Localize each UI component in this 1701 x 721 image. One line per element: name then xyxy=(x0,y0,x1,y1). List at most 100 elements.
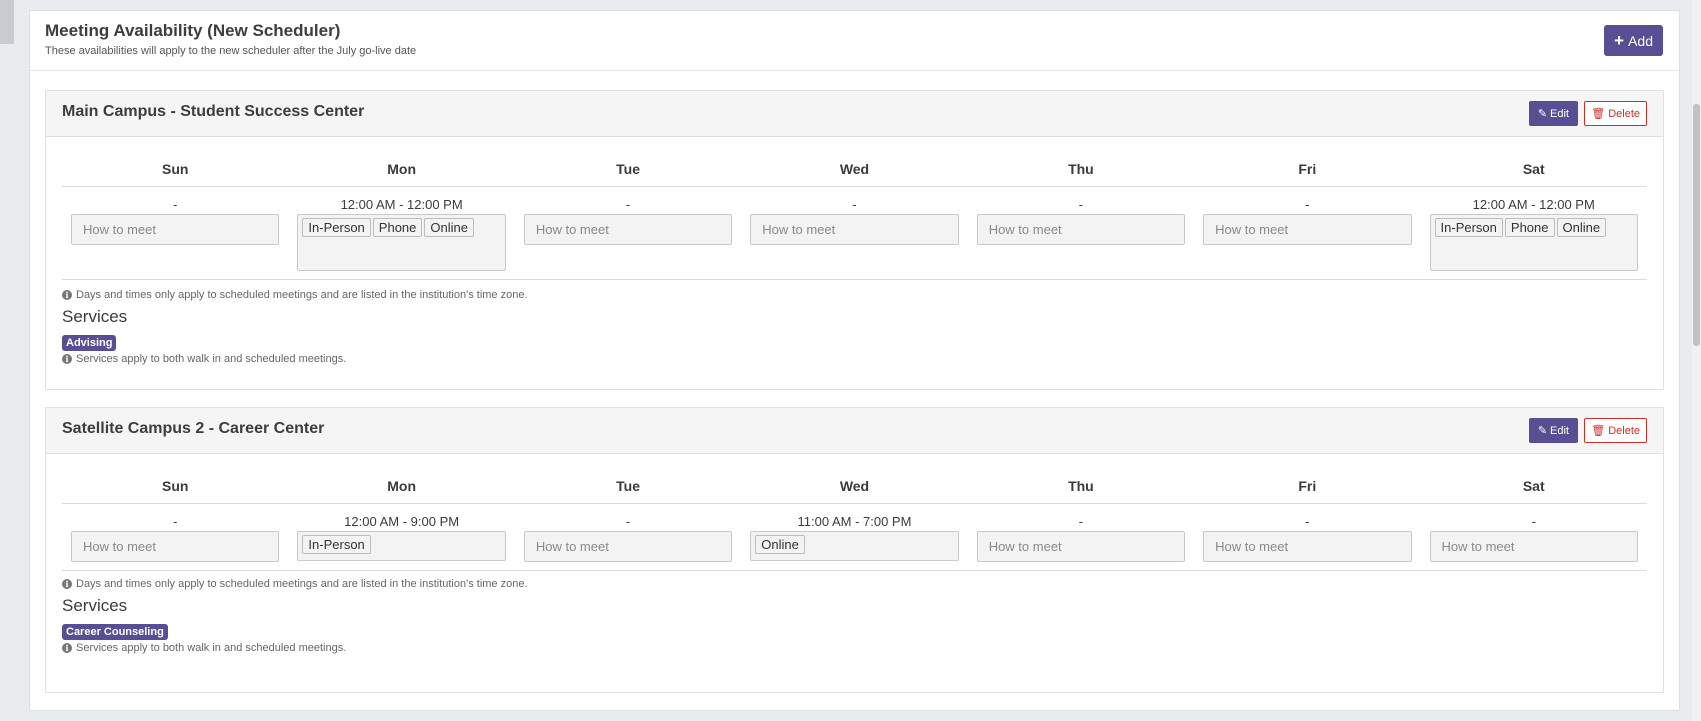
location-card: Main Campus - Student Success Center ✎ E… xyxy=(45,90,1664,390)
trash-icon: 🗑 xyxy=(1591,108,1606,120)
how-to-meet-placeholder: How to meet xyxy=(1215,222,1289,237)
edit-location-button[interactable]: ✎ Edit xyxy=(1528,101,1578,126)
day-header-sun: Sun xyxy=(161,478,189,494)
how-to-meet-field[interactable]: How to meet xyxy=(71,214,280,245)
day-time: 12:00 AM - 9:00 PM xyxy=(344,514,460,529)
day-header-thu: Thu xyxy=(1068,161,1094,177)
day-header-fri: Fri xyxy=(1298,478,1317,494)
timezone-note: i Days and times only apply to scheduled … xyxy=(62,289,528,301)
location-name: Main Campus - Student Success Center xyxy=(62,103,365,120)
day-cell-mon: 12:00 AM - 12:00 PM In-Person Phone Online xyxy=(288,187,514,279)
day-header-tue: Tue xyxy=(616,478,640,494)
day-cell-tue: - How to meet xyxy=(515,504,741,570)
trash-icon: 🗑 xyxy=(1591,425,1606,437)
location-name: Satellite Campus 2 - Career Center xyxy=(62,420,325,437)
day-time: - xyxy=(1078,197,1084,212)
services-note-text: Services apply to both walk in and sched… xyxy=(76,642,347,654)
how-to-meet-field[interactable]: How to meet xyxy=(523,531,733,562)
add-availability-button[interactable]: + Add xyxy=(1604,25,1663,56)
day-time: - xyxy=(1078,514,1084,529)
services-note-text: Services apply to both walk in and sched… xyxy=(76,353,347,365)
service-badge: Career Counseling xyxy=(62,624,168,640)
services-note: i Services apply to both walk in and sche… xyxy=(62,642,528,654)
day-time: 12:00 AM - 12:00 PM xyxy=(340,197,463,212)
meeting-method-chip[interactable]: Phone xyxy=(372,218,423,237)
day-header-mon: Mon xyxy=(387,478,417,494)
how-to-meet-field[interactable]: How to meet xyxy=(976,531,1186,562)
meeting-method-chip[interactable]: Online xyxy=(1556,218,1607,237)
how-to-meet-field[interactable]: How to meet xyxy=(1203,531,1412,562)
how-to-meet-placeholder: How to meet xyxy=(535,222,609,237)
day-header-sat: Sat xyxy=(1522,161,1545,177)
edit-button-label: Edit xyxy=(1550,424,1569,437)
pencil-icon: ✎ xyxy=(1537,425,1548,437)
day-time: - xyxy=(1305,197,1310,212)
page-scrollbar[interactable] xyxy=(1692,0,1701,721)
day-cell-fri: - How to meet xyxy=(1194,504,1420,570)
delete-button-label: Delete xyxy=(1608,424,1640,437)
day-header-sun: Sun xyxy=(161,161,189,177)
meeting-method-chip[interactable]: Online xyxy=(755,535,805,554)
how-to-meet-placeholder: How to meet xyxy=(988,539,1062,554)
how-to-meet-placeholder: How to meet xyxy=(83,222,156,237)
how-to-meet-placeholder: How to meet xyxy=(1441,539,1515,554)
how-to-meet-field[interactable]: In-Person Phone Online xyxy=(1429,214,1638,271)
how-to-meet-field[interactable]: How to meet xyxy=(750,214,959,245)
edit-location-button[interactable]: ✎ Edit xyxy=(1528,418,1578,443)
pencil-icon: ✎ xyxy=(1537,108,1548,120)
info-circle-icon: i xyxy=(62,579,72,589)
timezone-note: i Days and times only apply to scheduled … xyxy=(62,578,528,590)
how-to-meet-field[interactable]: How to meet xyxy=(523,214,733,245)
how-to-meet-field[interactable]: Online xyxy=(750,531,959,561)
location-notes: i Days and times only apply to scheduled … xyxy=(62,289,528,365)
how-to-meet-placeholder: How to meet xyxy=(988,222,1062,237)
how-to-meet-placeholder: How to meet xyxy=(762,222,836,237)
how-to-meet-field[interactable]: How to meet xyxy=(1429,531,1638,562)
meeting-method-chip[interactable]: Phone xyxy=(1504,218,1555,237)
meeting-method-chip[interactable]: Online xyxy=(424,218,474,237)
day-availability-row: - How to meet 12:00 AM - 12:00 PM In-Per… xyxy=(62,187,1647,280)
day-time: 12:00 AM - 12:00 PM xyxy=(1472,197,1595,212)
day-cell-sun: - How to meet xyxy=(62,187,288,279)
plus-icon: + xyxy=(1614,31,1625,50)
how-to-meet-placeholder: How to meet xyxy=(1215,539,1289,554)
meeting-method-chip[interactable]: In-Person xyxy=(1434,218,1503,237)
day-time: - xyxy=(852,197,857,212)
scrollbar-thumb[interactable] xyxy=(1693,104,1700,346)
info-circle-icon: i xyxy=(62,290,72,300)
panel-subtitle: These availabilities will apply to the n… xyxy=(45,45,417,57)
day-time: - xyxy=(625,514,631,529)
timezone-note-text: Days and times only apply to scheduled m… xyxy=(76,289,528,301)
delete-location-button[interactable]: 🗑 Delete xyxy=(1584,101,1647,126)
how-to-meet-field[interactable]: How to meet xyxy=(1203,214,1412,245)
day-cell-thu: - How to meet xyxy=(968,504,1194,570)
day-header-sat: Sat xyxy=(1522,478,1545,494)
day-header-thu: Thu xyxy=(1068,478,1094,494)
how-to-meet-placeholder: How to meet xyxy=(83,539,156,554)
day-cell-wed: 11:00 AM - 7:00 PM Online xyxy=(741,504,967,570)
day-cell-wed: - How to meet xyxy=(741,187,967,279)
day-cell-sat: 12:00 AM - 12:00 PM In-Person Phone Online xyxy=(1421,187,1647,279)
meeting-method-chip[interactable]: In-Person xyxy=(302,535,371,554)
day-header-tue: Tue xyxy=(616,161,640,177)
how-to-meet-field[interactable]: How to meet xyxy=(976,214,1186,245)
services-heading: Services xyxy=(62,596,128,615)
how-to-meet-field[interactable]: In-Person xyxy=(297,531,506,561)
day-time: - xyxy=(173,514,178,529)
delete-location-button[interactable]: 🗑 Delete xyxy=(1584,418,1647,443)
services-note: i Services apply to both walk in and sche… xyxy=(62,353,528,365)
day-header-wed: Wed xyxy=(839,161,870,177)
delete-button-label: Delete xyxy=(1608,107,1640,120)
day-headers: Sun Mon Tue Wed Thu Fri Sat xyxy=(62,466,1647,504)
info-circle-icon: i xyxy=(62,643,72,653)
day-time: - xyxy=(173,197,178,212)
location-notes: i Days and times only apply to scheduled … xyxy=(62,578,528,654)
meeting-method-chip[interactable]: In-Person xyxy=(302,218,371,237)
edit-button-label: Edit xyxy=(1550,107,1569,120)
day-cell-fri: - How to meet xyxy=(1194,187,1420,279)
day-cell-sat: - How to meet xyxy=(1421,504,1647,570)
how-to-meet-field[interactable]: In-Person Phone Online xyxy=(297,214,506,271)
how-to-meet-field[interactable]: How to meet xyxy=(71,531,280,562)
left-sidebar-edge xyxy=(0,0,14,44)
weekly-schedule: Sun Mon Tue Wed Thu Fri Sat - How to mee… xyxy=(62,149,1647,280)
